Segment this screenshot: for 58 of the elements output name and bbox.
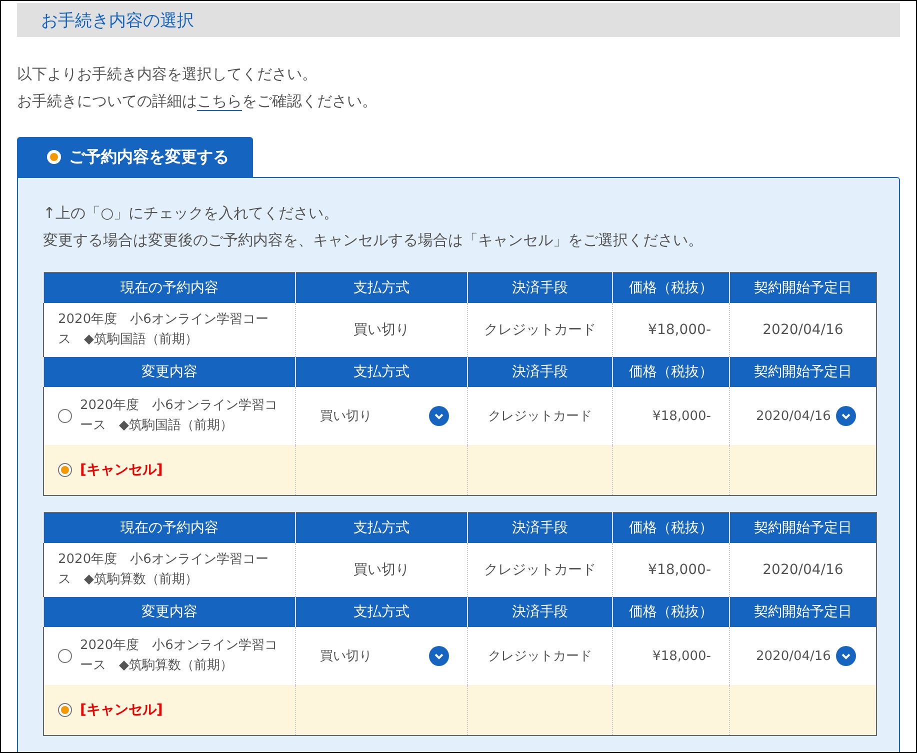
price: ¥18,000- bbox=[648, 322, 711, 338]
start-date: 2020/04/16 bbox=[756, 648, 831, 664]
column-header: 価格（税抜） bbox=[612, 272, 730, 303]
instruction-text: 変更する場合は変更後のご予約内容を、キャンセルする場合は「キャンセル」をご選択ください。 bbox=[43, 230, 704, 251]
radio-button[interactable] bbox=[58, 409, 72, 423]
start-date: 2020/04/16 bbox=[762, 562, 844, 578]
dropdown-icon[interactable] bbox=[429, 646, 449, 666]
column-header: 支払方式 bbox=[296, 512, 468, 543]
details-link[interactable]: こちら bbox=[197, 92, 242, 111]
payment-type: 買い切り bbox=[354, 322, 410, 338]
payment-type: 買い切り bbox=[320, 648, 372, 665]
payment-method: クレジットカード bbox=[488, 649, 592, 664]
price: ¥18,000- bbox=[652, 408, 711, 424]
column-header: 契約開始予定日 bbox=[730, 597, 876, 627]
column-header: 決済手段 bbox=[468, 357, 612, 387]
column-header: 変更内容 bbox=[44, 597, 296, 627]
intro-text: お手続きについての詳細はこちら をご確認ください。 bbox=[17, 91, 378, 113]
start-date: 2020/04/16 bbox=[756, 408, 831, 424]
column-header: 価格（税抜） bbox=[612, 357, 730, 387]
payment-type: 買い切り bbox=[354, 562, 410, 578]
column-header: 価格（税抜） bbox=[612, 512, 730, 543]
column-header: 決済手段 bbox=[468, 512, 612, 543]
column-header: 現在の予約内容 bbox=[44, 512, 296, 543]
column-header: 支払方式 bbox=[296, 272, 468, 303]
price: ¥18,000- bbox=[652, 648, 711, 664]
payment-method: クレジットカード bbox=[484, 322, 596, 338]
radio-icon bbox=[47, 150, 61, 164]
instruction-text: ↑上の「○」にチェックを入れてください。 bbox=[43, 203, 340, 224]
course-name: 2020年度 小6オンライン学習コース ◆筑駒国語（前期） bbox=[80, 397, 278, 435]
column-header: 現在の予約内容 bbox=[44, 272, 296, 303]
radio-button[interactable] bbox=[58, 463, 72, 477]
column-header: 契約開始予定日 bbox=[730, 357, 876, 387]
payment-method: クレジットカード bbox=[484, 562, 596, 578]
cancel-option[interactable]: [キャンセル] bbox=[80, 700, 163, 720]
column-header: 価格（税抜） bbox=[612, 597, 730, 627]
column-header: 契約開始予定日 bbox=[730, 272, 876, 303]
change-tab[interactable]: ご予約内容を変更する bbox=[17, 137, 253, 177]
dropdown-icon[interactable] bbox=[836, 406, 856, 426]
course-name: 2020年度 小6オンライン学習コース ◆筑駒国語（前期） bbox=[58, 312, 268, 347]
start-date: 2020/04/16 bbox=[762, 322, 844, 338]
column-header: 支払方式 bbox=[296, 597, 468, 627]
column-header: 決済手段 bbox=[468, 272, 612, 303]
column-header: 変更内容 bbox=[44, 357, 296, 387]
column-header: 支払方式 bbox=[296, 357, 468, 387]
dropdown-icon[interactable] bbox=[429, 406, 449, 426]
payment-method: クレジットカード bbox=[488, 409, 592, 424]
course-name: 2020年度 小6オンライン学習コース ◆筑駒算数（前期） bbox=[58, 552, 268, 587]
section-title: お手続き内容の選択 bbox=[17, 3, 900, 37]
radio-button[interactable] bbox=[58, 649, 72, 663]
course-name: 2020年度 小6オンライン学習コース ◆筑駒算数（前期） bbox=[80, 637, 278, 675]
dropdown-icon[interactable] bbox=[836, 646, 856, 666]
column-header: 決済手段 bbox=[468, 597, 612, 627]
cancel-option[interactable]: [キャンセル] bbox=[80, 460, 163, 480]
radio-button[interactable] bbox=[58, 703, 72, 717]
intro-text: 以下よりお手続き内容を選択してください。 bbox=[17, 64, 318, 85]
payment-type: 買い切り bbox=[320, 408, 372, 425]
price: ¥18,000- bbox=[648, 562, 711, 578]
column-header: 契約開始予定日 bbox=[730, 512, 876, 543]
